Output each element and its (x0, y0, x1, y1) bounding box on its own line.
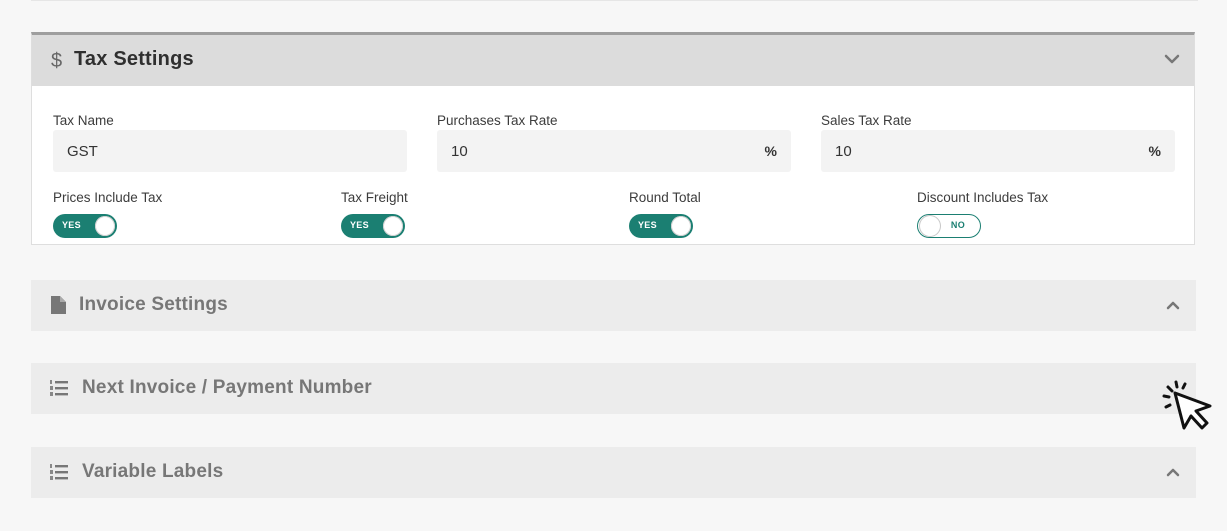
tax-name-value: GST (67, 142, 98, 160)
round-total-toggle[interactable]: YES (629, 214, 693, 238)
chevron-down-icon[interactable] (1164, 53, 1180, 65)
variable-labels-title: Variable Labels (82, 461, 224, 482)
round-total-label: Round Total (629, 190, 701, 205)
percent-unit: % (1148, 143, 1161, 159)
previous-panel-edge (31, 0, 1198, 1)
prices-include-tax-toggle[interactable]: YES (53, 214, 117, 238)
variable-labels-header[interactable]: Variable Labels (31, 447, 1196, 498)
toggle-knob (920, 216, 940, 236)
discount-includes-tax-label: Discount Includes Tax (917, 190, 1049, 205)
tax-freight-label: Tax Freight (341, 190, 408, 205)
numbered-list-icon (50, 464, 68, 480)
toggle-knob (95, 216, 115, 236)
document-icon (51, 296, 66, 314)
invoice-settings-title: Invoice Settings (79, 294, 228, 315)
purchases-tax-rate-label: Purchases Tax Rate (437, 113, 558, 128)
discount-includes-tax-toggle[interactable]: NO (917, 214, 981, 238)
tax-settings-title: Tax Settings (74, 48, 194, 70)
tax-name-input[interactable]: GST (53, 130, 407, 172)
svg-text:$: $ (51, 50, 62, 72)
toggle-state: YES (638, 220, 657, 230)
purchases-tax-rate-input[interactable]: 10 % (437, 130, 791, 172)
tax-settings-panel: $ Tax Settings Tax Name GST Purchases Ta… (31, 32, 1195, 245)
sales-tax-rate-input[interactable]: 10 % (821, 130, 1175, 172)
purchases-tax-rate-value: 10 (451, 142, 468, 160)
percent-unit: % (764, 143, 777, 159)
click-cursor-icon (1162, 380, 1212, 430)
invoice-settings-header[interactable]: Invoice Settings (31, 280, 1196, 331)
tax-name-label: Tax Name (53, 113, 114, 128)
next-invoice-number-title: Next Invoice / Payment Number (82, 377, 372, 398)
dollar-icon: $ (51, 50, 62, 72)
tax-settings-header[interactable]: $ Tax Settings (32, 35, 1194, 86)
next-invoice-number-header[interactable]: Next Invoice / Payment Number (31, 363, 1196, 414)
toggle-state: NO (950, 220, 965, 230)
tax-freight-toggle[interactable]: YES (341, 214, 405, 238)
chevron-up-icon[interactable] (1166, 467, 1180, 477)
sales-tax-rate-value: 10 (835, 142, 852, 160)
toggle-state: YES (62, 220, 81, 230)
numbered-list-icon (50, 380, 68, 396)
toggle-knob (383, 216, 403, 236)
prices-include-tax-label: Prices Include Tax (53, 190, 163, 205)
toggle-state: YES (350, 220, 369, 230)
sales-tax-rate-label: Sales Tax Rate (821, 113, 912, 128)
chevron-up-icon[interactable] (1166, 300, 1180, 310)
toggle-knob (671, 216, 691, 236)
